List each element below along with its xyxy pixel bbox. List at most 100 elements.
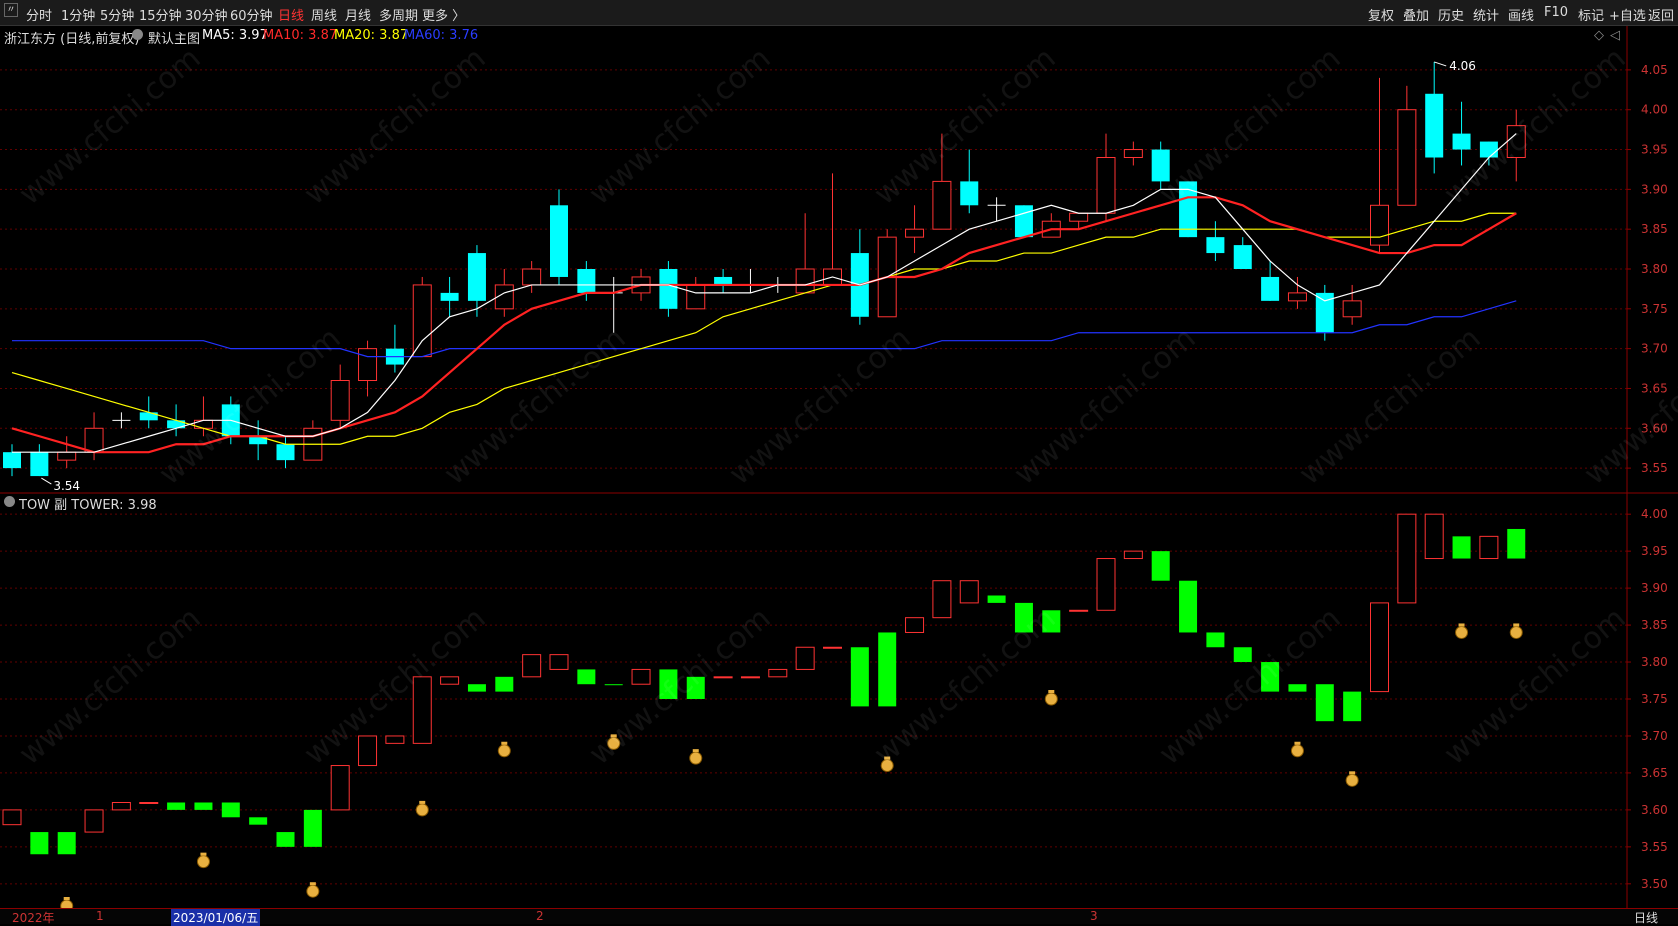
tower-label[interactable]: TOW 副 TOWER: 3.98 [19,494,157,513]
selected-date: 2023/01/06/五 [171,909,261,926]
candle-body [467,253,486,301]
return-button[interactable]: 返回 [1648,5,1674,24]
high-marker-line [1434,61,1447,67]
f10-button[interactable]: F10 [1544,5,1568,20]
candle-body [1096,157,1116,214]
watermark: www.cfchi.com [1438,601,1633,772]
tower-bar [740,676,760,679]
y-tick-label: 3.50 [1641,877,1668,891]
tower-bar [932,580,952,619]
candle-body [1370,204,1389,246]
diamond-icon[interactable]: ◇ [1594,28,1604,43]
watermark: www.cfchi.com [438,321,633,492]
candle-body [412,284,432,358]
period-tab-1min[interactable]: 1分钟 [61,5,95,24]
candle-body [1261,276,1280,301]
collapse-icon[interactable]: ◁ [1610,28,1620,43]
tower-bar [167,802,186,810]
candle-body [358,348,378,381]
tower-bar [330,765,350,811]
watermark: www.cfchi.com [1153,41,1348,212]
back-icon[interactable]: 〃 [4,3,18,17]
indicator-name[interactable]: 默认主图 [148,28,200,47]
y-tick-label: 3.80 [1641,655,1668,669]
tower-bar [850,647,869,707]
date-label-mar: 3 [1090,909,1098,923]
period-tab-daily[interactable]: 日线 [278,5,304,24]
mark-button[interactable]: 标记 [1578,5,1604,24]
tower-bar [795,646,815,670]
candle-body [139,412,158,421]
stats-button[interactable]: 统计 [1473,5,1499,24]
ma60-label: MA60: 3.76 [404,28,479,43]
tower-bar [1452,536,1471,559]
watermark: www.cfchi.com [153,321,348,492]
tower-bar [1507,528,1526,559]
tower-bar [221,802,240,818]
tower-bar [111,802,131,811]
history-button[interactable]: 历史 [1438,5,1464,24]
tower-bar [905,617,925,633]
watermark: www.cfchi.com [298,41,493,212]
add-favorite-button[interactable]: +自选 [1609,5,1646,24]
candle-body [30,452,49,477]
money-bag-icon [63,897,70,900]
candle-body [960,181,979,206]
candle-body [659,269,678,309]
kline-chart[interactable]: 4.05 4.00 3.95 3.90 3.85 3.80 3.75 3.70 3.65 3.60… [0,26,1678,908]
draw-line-button[interactable]: 画线 [1508,5,1534,24]
period-tab-multi[interactable]: 多周期 [379,5,418,24]
candle-body [57,451,77,461]
candle-body [3,452,21,469]
money-bag-icon [1290,744,1304,758]
watermark: www.cfchi.com [13,41,208,212]
y-tick-label: 3.60 [1641,803,1668,817]
tower-bar [823,646,842,649]
tower-bar [1233,647,1252,663]
date-axis: 2022年 1 2023/01/06/五 2 3 日线 [0,908,1678,926]
tower-bar [2,809,22,826]
candle-body [686,284,706,310]
candle-body [550,205,568,277]
tower-bar [1424,513,1444,560]
watermark: www.cfchi.com [1293,321,1488,492]
period-tab-5min[interactable]: 5分钟 [100,5,134,24]
tower-bar [1397,513,1417,604]
period-tab-fenshi[interactable]: 分时 [26,5,52,24]
period-tab-weekly[interactable]: 周线 [311,5,337,24]
candle-body [1123,149,1143,158]
money-bag-icon [1349,771,1356,775]
money-bag-icon [1345,773,1359,787]
tower-bar [385,735,405,744]
period-tab-15min[interactable]: 15分钟 [139,5,182,24]
candle-body [1069,212,1089,222]
settings-icon[interactable] [132,29,143,40]
money-bag-icon [60,899,74,908]
tower-bar [1479,535,1499,560]
sub-settings-icon[interactable] [4,496,15,507]
period-tab-monthly[interactable]: 月线 [345,5,371,24]
low-marker-line [41,477,52,485]
tower-bar [1179,580,1198,633]
candle-body [167,420,186,429]
fuquan-button[interactable]: 复权 [1368,5,1394,24]
money-bag-icon [196,855,210,869]
period-tab-60min[interactable]: 60分钟 [230,5,273,24]
money-bag-icon [689,751,703,765]
stock-label[interactable]: 浙江东方 (日线,前复权) [4,28,139,47]
tower-bar [1096,558,1116,611]
tower-bar [604,684,623,686]
tower-bar [303,809,322,847]
tower-bar [768,668,788,678]
overlay-button[interactable]: 叠加 [1403,5,1429,24]
y-tick-label: 3.55 [1641,840,1668,854]
ma20-label: MA20: 3.87 [334,28,409,43]
period-tab-more[interactable]: 更多 〉 [422,5,465,24]
candle-body [1233,245,1252,269]
money-bag-icon [1048,690,1055,693]
date-label-year: 2022年 [12,911,55,925]
y-tick-label: 4.00 [1641,103,1668,117]
tower-bar [1343,691,1362,722]
tower-bar [577,669,596,685]
period-tab-30min[interactable]: 30分钟 [185,5,228,24]
